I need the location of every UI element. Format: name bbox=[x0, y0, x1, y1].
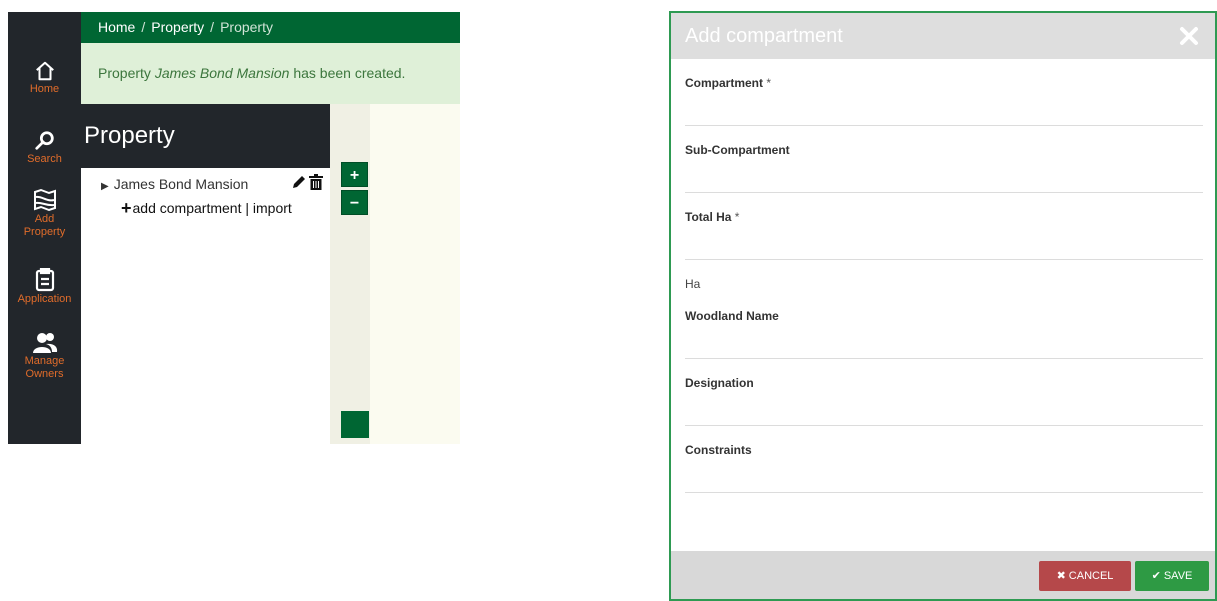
ha-unit-label: Ha bbox=[685, 277, 701, 291]
designation-label: Designation bbox=[685, 376, 754, 390]
alert-property-name: James Bond Mansion bbox=[154, 65, 290, 81]
tree-item-label: James Bond Mansion bbox=[113, 176, 249, 192]
field-label: Designation bbox=[685, 376, 1203, 390]
breadcrumb-separator: / bbox=[141, 19, 146, 35]
property-panel-title: Property bbox=[81, 104, 330, 168]
alert-prefix: Property bbox=[98, 65, 155, 81]
designation-field: Designation bbox=[685, 376, 1207, 426]
clipboard-icon bbox=[35, 268, 55, 292]
sidebar-item-add-property[interactable]: Add Property bbox=[8, 188, 81, 239]
sidebar-item-search[interactable]: Search bbox=[8, 130, 81, 166]
field-underline bbox=[685, 192, 1203, 193]
sidebar-item-label: Home bbox=[29, 83, 60, 95]
save-button[interactable]: ✔ SAVE bbox=[1135, 561, 1209, 591]
import-link[interactable]: import bbox=[253, 200, 292, 216]
sub-compartment-label: Sub-Compartment bbox=[685, 143, 790, 157]
sidebar-item-label: Manage Owners bbox=[24, 355, 65, 380]
field-underline bbox=[685, 425, 1203, 426]
modal-footer: ✖ CANCEL ✔ SAVE bbox=[671, 551, 1215, 599]
cancel-label: CANCEL bbox=[1068, 570, 1114, 582]
map-layer-button[interactable] bbox=[341, 411, 369, 438]
save-label: SAVE bbox=[1163, 570, 1193, 582]
breadcrumb-home-link[interactable]: Home bbox=[98, 19, 135, 35]
sidebar-item-label: Add Property bbox=[23, 213, 66, 238]
compartment-input[interactable] bbox=[685, 98, 1207, 122]
sidebar-item-application[interactable]: Application bbox=[8, 268, 81, 306]
woodland-name-label: Woodland Name bbox=[685, 309, 779, 323]
field-underline bbox=[685, 358, 1203, 359]
map-control-strip bbox=[330, 104, 370, 444]
field-label: Total Ha * bbox=[685, 210, 1203, 224]
woodland-name-field: Woodland Name bbox=[685, 309, 1207, 359]
modal-header: Add compartment bbox=[671, 13, 1215, 59]
sub-compartment-field: Sub-Compartment bbox=[685, 143, 1207, 193]
total-ha-input[interactable] bbox=[685, 232, 1207, 256]
expand-arrow-icon[interactable]: ▶ bbox=[101, 181, 109, 192]
field-underline bbox=[685, 125, 1203, 126]
compartment-label: Compartment bbox=[685, 76, 764, 90]
add-compartment-modal: Add compartment Compartment * Sub-Compar… bbox=[669, 11, 1217, 601]
tree-actions-line: +add compartment | import bbox=[121, 198, 292, 219]
map-icon bbox=[33, 188, 57, 212]
breadcrumb: Home / Property / Property bbox=[81, 12, 460, 43]
sidebar-item-label: Application bbox=[17, 293, 72, 305]
cancel-button[interactable]: ✖ CANCEL bbox=[1039, 561, 1131, 591]
field-label: Compartment * bbox=[685, 76, 1203, 90]
zoom-in-button[interactable]: + bbox=[341, 162, 368, 187]
users-icon bbox=[32, 332, 58, 354]
breadcrumb-property-link[interactable]: Property bbox=[151, 19, 204, 35]
field-underline bbox=[685, 259, 1203, 260]
tree-item-actions bbox=[291, 174, 323, 195]
sidebar-item-home[interactable]: Home bbox=[8, 60, 81, 96]
edit-pencil-icon[interactable] bbox=[291, 174, 307, 195]
sub-compartment-input[interactable] bbox=[685, 165, 1207, 189]
field-label: Sub-Compartment bbox=[685, 143, 1203, 157]
trash-icon[interactable] bbox=[309, 174, 323, 195]
sidebar-item-manage-owners[interactable]: Manage Owners bbox=[8, 332, 81, 381]
alert-suffix: has been created. bbox=[289, 65, 406, 81]
check-icon: ✔ bbox=[1151, 570, 1161, 582]
plus-icon: + bbox=[121, 198, 132, 218]
success-alert: Property James Bond Mansion has been cre… bbox=[81, 43, 460, 104]
home-icon bbox=[34, 60, 56, 82]
search-icon bbox=[34, 130, 56, 152]
link-divider: | bbox=[245, 200, 249, 216]
tree-item[interactable]: ▶ James Bond Mansion bbox=[101, 176, 248, 192]
total-ha-field: Total Ha * bbox=[685, 210, 1207, 260]
field-label: Constraints bbox=[685, 443, 1203, 457]
breadcrumb-current: Property bbox=[220, 19, 273, 35]
total-ha-label: Total Ha bbox=[685, 210, 732, 224]
add-compartment-link[interactable]: add compartment bbox=[133, 200, 242, 216]
modal-title: Add compartment bbox=[685, 25, 843, 47]
compartment-field: Compartment * bbox=[685, 76, 1207, 126]
close-icon[interactable] bbox=[1179, 26, 1199, 46]
breadcrumb-separator: / bbox=[210, 19, 215, 35]
required-mark: * bbox=[734, 210, 740, 224]
constraints-label: Constraints bbox=[685, 443, 752, 457]
required-mark: * bbox=[766, 76, 772, 90]
sidebar-item-label: Search bbox=[27, 153, 62, 165]
property-tree: ▶ James Bond Mansion +add compartment | i… bbox=[81, 168, 330, 444]
field-label: Woodland Name bbox=[685, 309, 1203, 323]
woodland-name-input[interactable] bbox=[685, 331, 1207, 355]
constraints-field: Constraints bbox=[685, 443, 1207, 493]
sidebar: Home Search Add Property Application Man bbox=[8, 12, 81, 444]
times-icon: ✖ bbox=[1056, 570, 1066, 582]
designation-input[interactable] bbox=[685, 398, 1207, 422]
map-view[interactable]: + − bbox=[330, 104, 460, 444]
property-app: Home Search Add Property Application Man bbox=[8, 12, 460, 444]
constraints-input[interactable] bbox=[685, 465, 1207, 489]
zoom-out-button[interactable]: − bbox=[341, 190, 368, 215]
field-underline bbox=[685, 492, 1203, 493]
